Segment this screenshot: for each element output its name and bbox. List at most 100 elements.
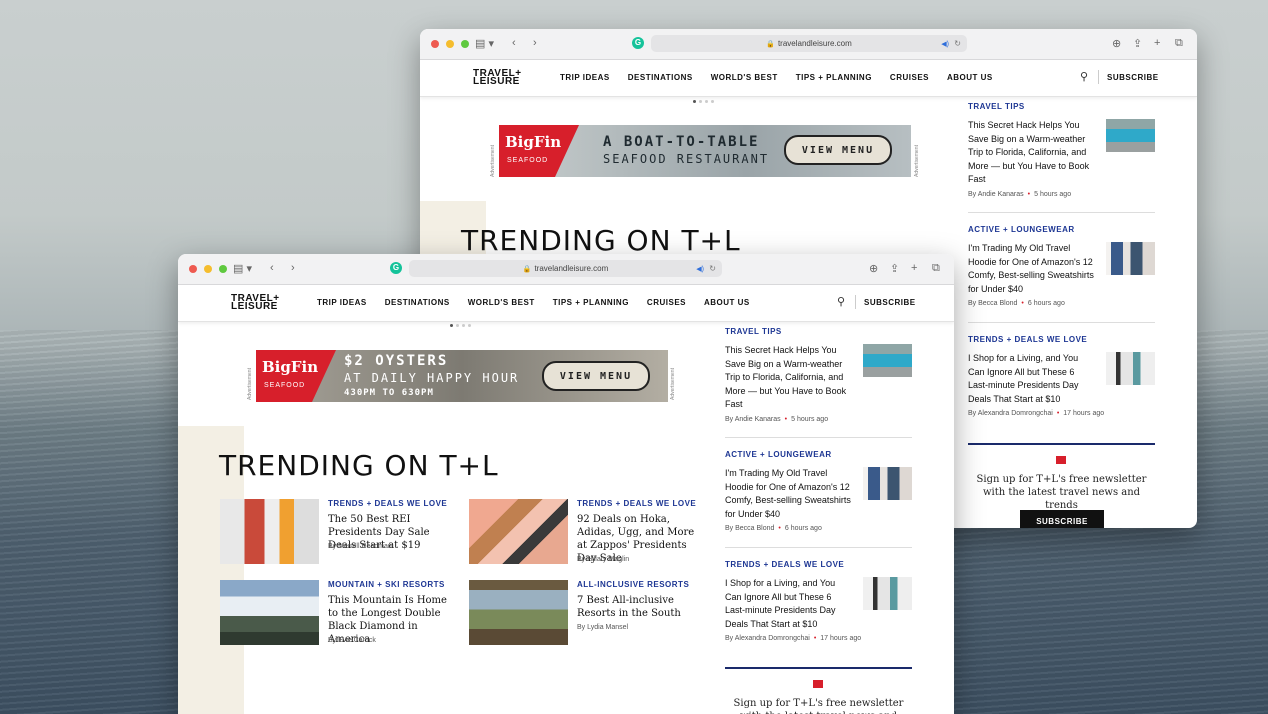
grammarly-extension-icon[interactable]: G: [390, 262, 402, 274]
nav-subscribe-button[interactable]: SUBSCRIBE: [1107, 73, 1159, 82]
back-arrow-icon[interactable]: ‹: [512, 37, 516, 49]
sidebar-story-2[interactable]: ACTIVE + LOUNGEWEAR I'm Trading My Old T…: [725, 450, 912, 550]
ad-banner[interactable]: BigFin SEAFOOD A BOAT-TO-TABLE SEAFOOD R…: [499, 125, 911, 177]
back-arrow-icon[interactable]: ‹: [270, 262, 274, 274]
sidebar-toggle-icon[interactable]: ▤ ▾: [475, 37, 494, 50]
story-title[interactable]: I Shop for a Living, and You Can Ignore …: [725, 577, 853, 631]
site-logo[interactable]: TRAVEL+ LEISURE: [473, 69, 522, 87]
close-window-button[interactable]: [189, 265, 197, 273]
divider: [725, 547, 912, 548]
search-icon[interactable]: ⚲: [1080, 70, 1088, 83]
hoodie-thumbnail[interactable]: [1106, 242, 1155, 275]
nav-tips-planning[interactable]: TIPS + PLANNING: [553, 298, 629, 307]
deals-thumbnail[interactable]: [863, 577, 912, 610]
zoom-window-button[interactable]: [461, 40, 469, 48]
article-card-1[interactable]: TRENDS + DEALS WE LOVE The 50 Best REI P…: [220, 499, 460, 569]
browser-window-front: ▤ ▾ ‹ › G 🔒 travelandleisure.com ◀) ↻ ⊕ …: [178, 254, 954, 714]
download-icon[interactable]: ⊕: [1112, 37, 1121, 50]
close-window-button[interactable]: [431, 40, 439, 48]
tab-overview-icon[interactable]: ⧉: [1175, 37, 1183, 50]
story-title[interactable]: This Secret Hack Helps You Save Big on a…: [725, 344, 853, 412]
nav-destinations[interactable]: DESTINATIONS: [628, 73, 693, 82]
nav-about-us[interactable]: ABOUT US: [704, 298, 750, 307]
card-byline: By Merrell Readman: [328, 543, 392, 550]
minimize-window-button[interactable]: [446, 40, 454, 48]
new-tab-icon[interactable]: +: [1154, 37, 1160, 49]
nav-trip-ideas[interactable]: TRIP IDEAS: [560, 73, 610, 82]
hoodie-thumbnail[interactable]: [863, 467, 912, 500]
article-card-2[interactable]: TRENDS + DEALS WE LOVE 92 Deals on Hoka,…: [469, 499, 709, 569]
story-title[interactable]: This Secret Hack Helps You Save Big on a…: [968, 119, 1096, 187]
sidebar-story-2[interactable]: ACTIVE + LOUNGEWEAR I'm Trading My Old T…: [968, 225, 1155, 325]
site-header: TRAVEL+ LEISURE TRIP IDEAS DESTINATIONS W…: [420, 60, 1197, 97]
article-card-4[interactable]: ALL-INCLUSIVE RESORTS 7 Best All-inclusi…: [469, 580, 709, 650]
site-logo[interactable]: TRAVEL+ LEISURE: [231, 294, 280, 312]
address-bar[interactable]: 🔒 travelandleisure.com ◀) ↻: [409, 260, 722, 277]
speaker-icon[interactable]: ◀): [941, 40, 949, 48]
newsletter-text: Sign up for T+L's free newsletter with t…: [976, 474, 1147, 511]
search-icon[interactable]: ⚲: [837, 295, 845, 308]
zoom-window-button[interactable]: [219, 265, 227, 273]
gear-thumbnail[interactable]: [220, 499, 319, 564]
story-title[interactable]: I'm Trading My Old Travel Hoodie for One…: [725, 467, 853, 521]
newsletter-subscribe-button[interactable]: SUBSCRIBE: [1020, 510, 1104, 528]
ad-view-menu-button[interactable]: VIEW MENU: [542, 361, 650, 391]
card-title[interactable]: 7 Best All-inclusive Resorts in the Sout…: [577, 594, 707, 620]
nav-trip-ideas[interactable]: TRIP IDEAS: [317, 298, 367, 307]
card-category[interactable]: TRENDS + DEALS WE LOVE: [577, 499, 696, 508]
nav-destinations[interactable]: DESTINATIONS: [385, 298, 450, 307]
nav-worlds-best[interactable]: WORLD'S BEST: [468, 298, 535, 307]
nav-cruises[interactable]: CRUISES: [890, 73, 929, 82]
nav-subscribe-button[interactable]: SUBSCRIBE: [864, 298, 916, 307]
story-title[interactable]: I Shop for a Living, and You Can Ignore …: [968, 352, 1096, 406]
shoes-thumbnail[interactable]: [469, 499, 568, 564]
share-icon[interactable]: ⇪: [1133, 37, 1142, 50]
divider: [725, 437, 912, 438]
speaker-icon[interactable]: ◀): [696, 265, 704, 273]
tab-overview-icon[interactable]: ⧉: [932, 262, 940, 275]
ad-banner[interactable]: BigFin SEAFOOD $2 OYSTERS AT DAILY HAPPY…: [256, 350, 668, 402]
reload-icon[interactable]: ↻: [954, 39, 961, 48]
new-tab-icon[interactable]: +: [911, 262, 917, 274]
card-category[interactable]: ALL-INCLUSIVE RESORTS: [577, 580, 689, 589]
sidebar-story-1[interactable]: TRAVEL TIPS This Secret Hack Helps You S…: [968, 102, 1155, 213]
reload-icon[interactable]: ↻: [709, 264, 716, 273]
forward-arrow-icon[interactable]: ›: [291, 262, 295, 274]
story-title[interactable]: I'm Trading My Old Travel Hoodie for One…: [968, 242, 1096, 296]
newsletter-rule: [968, 443, 1155, 445]
card-byline: By Evie Carrick: [328, 637, 376, 644]
nav-tips-planning[interactable]: TIPS + PLANNING: [796, 73, 872, 82]
pool-thumbnail[interactable]: [1106, 119, 1155, 152]
sidebar-story-1[interactable]: TRAVEL TIPS This Secret Hack Helps You S…: [725, 327, 912, 438]
pool-thumbnail[interactable]: [863, 344, 912, 377]
story-meta: By Andie Kanaras • 5 hours ago: [725, 416, 829, 423]
grammarly-extension-icon[interactable]: G: [632, 37, 644, 49]
deals-thumbnail[interactable]: [1106, 352, 1155, 385]
article-card-3[interactable]: MOUNTAIN + SKI RESORTS This Mountain Is …: [220, 580, 460, 650]
mountain-thumbnail[interactable]: [220, 580, 319, 645]
carousel-dots: [450, 324, 471, 327]
story-category[interactable]: ACTIVE + LOUNGEWEAR: [725, 450, 912, 459]
minimize-window-button[interactable]: [204, 265, 212, 273]
ad-view-menu-button[interactable]: VIEW MENU: [784, 135, 892, 165]
forward-arrow-icon[interactable]: ›: [533, 37, 537, 49]
mail-icon: [1056, 456, 1066, 464]
story-category[interactable]: TRENDS + DEALS WE LOVE: [725, 560, 912, 569]
story-category[interactable]: TRENDS + DEALS WE LOVE: [968, 335, 1155, 344]
share-icon[interactable]: ⇪: [890, 262, 899, 275]
download-icon[interactable]: ⊕: [869, 262, 878, 275]
sidebar-toggle-icon[interactable]: ▤ ▾: [233, 262, 252, 275]
resort-thumbnail[interactable]: [469, 580, 568, 645]
card-category[interactable]: TRENDS + DEALS WE LOVE: [328, 499, 447, 508]
card-category[interactable]: MOUNTAIN + SKI RESORTS: [328, 580, 445, 589]
sidebar-story-3[interactable]: TRENDS + DEALS WE LOVE I Shop for a Livi…: [968, 335, 1155, 435]
nav-cruises[interactable]: CRUISES: [647, 298, 686, 307]
browser-toolbar: ▤ ▾ ‹ › G 🔒 travelandleisure.com ◀) ↻ ⊕ …: [420, 29, 1197, 60]
story-category[interactable]: TRAVEL TIPS: [725, 327, 912, 336]
nav-about-us[interactable]: ABOUT US: [947, 73, 993, 82]
sidebar-story-3[interactable]: TRENDS + DEALS WE LOVE I Shop for a Livi…: [725, 560, 912, 660]
nav-worlds-best[interactable]: WORLD'S BEST: [711, 73, 778, 82]
story-category[interactable]: TRAVEL TIPS: [968, 102, 1155, 111]
address-bar[interactable]: 🔒 travelandleisure.com ◀) ↻: [651, 35, 967, 52]
story-category[interactable]: ACTIVE + LOUNGEWEAR: [968, 225, 1155, 234]
